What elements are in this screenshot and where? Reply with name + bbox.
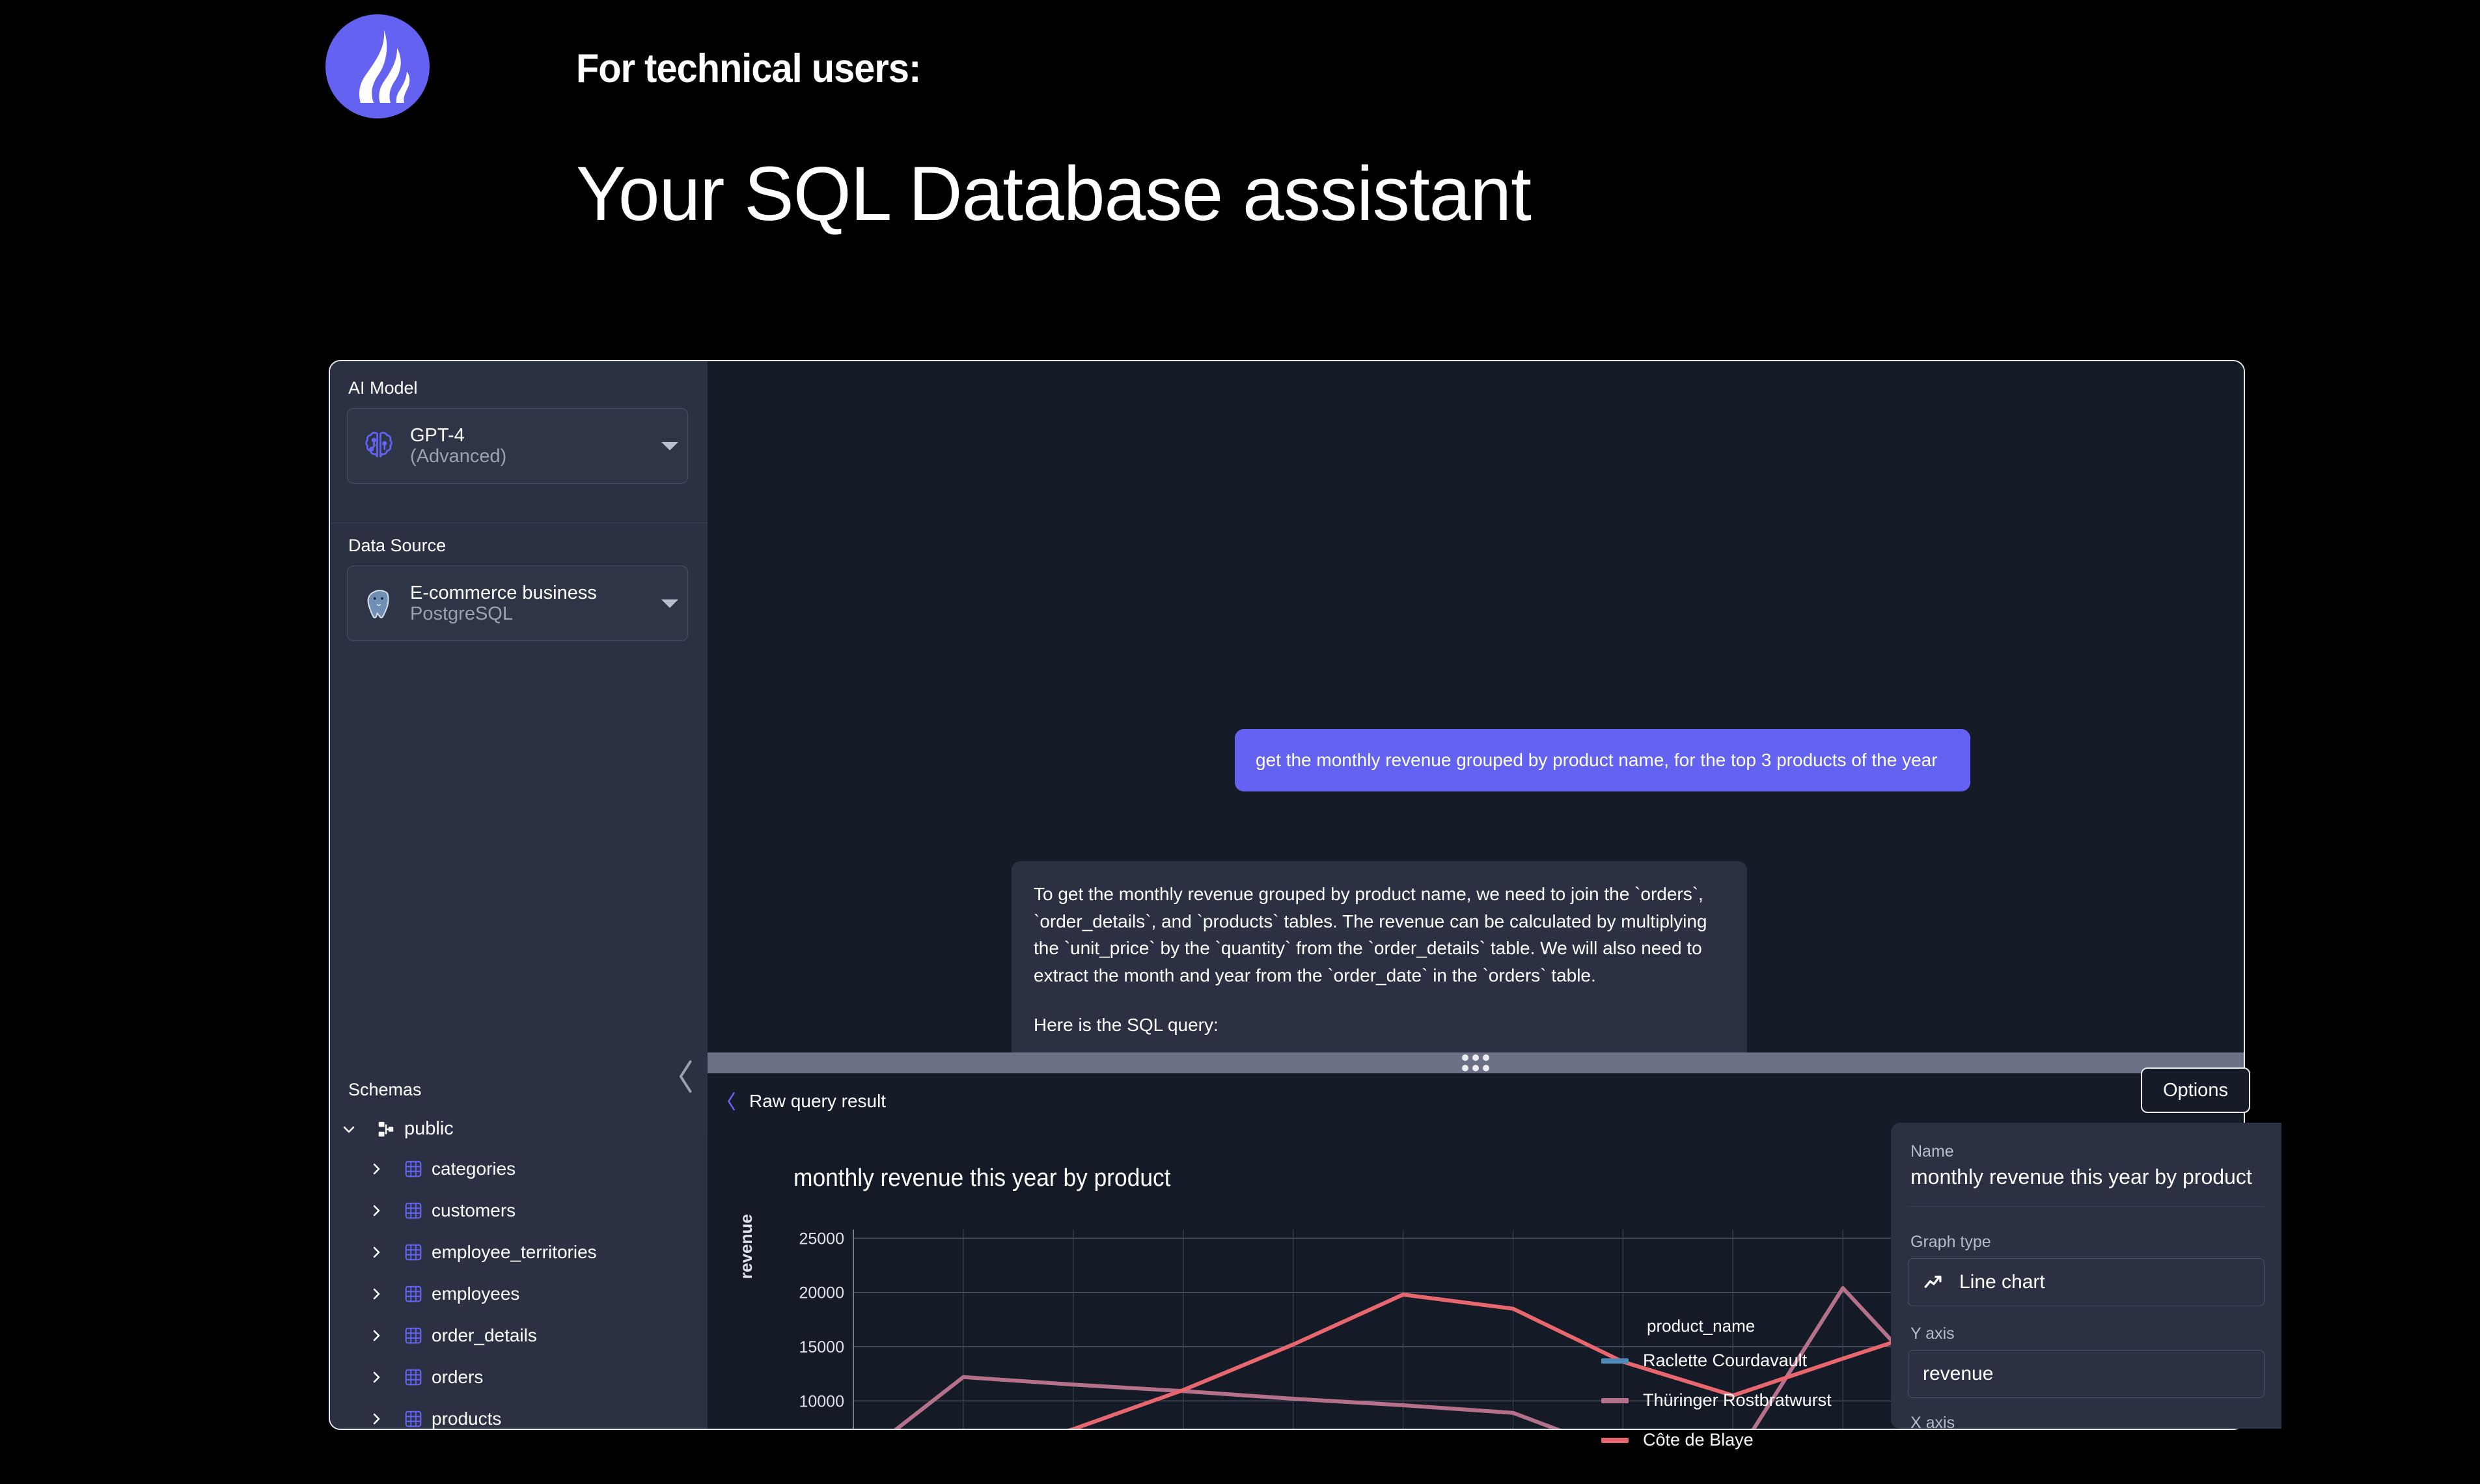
y-axis-label: Y axis [1910,1325,1955,1343]
table-label: categories [432,1158,516,1179]
series-line-Thüringer Rostbratwurst [894,1286,2063,1429]
table-node-order_details[interactable]: order_details [330,1317,708,1353]
raw-query-result-label: Raw query result [749,1091,887,1111]
schema-label: public [404,1118,454,1139]
table-node-categories[interactable]: categories [330,1151,708,1187]
chart-y-axis-label: revenue [736,1214,756,1279]
chart-legend: product_name Raclette Courdavault Thüring… [1601,1316,1832,1470]
raw-query-result-back-button[interactable]: Raw query result [724,1089,886,1114]
table-icon [395,1201,432,1220]
line-chart-plot: 500010000150002000025000 [799,1230,2063,1429]
table-icon [395,1326,432,1345]
ai-model-text: GPT-4 (Advanced) [410,425,652,467]
line-chart-icon [1924,1275,1942,1288]
name-field-label: Name [1910,1142,1954,1161]
table-node-employee_territories[interactable]: employee_territories [330,1234,708,1270]
legend-item[interactable]: Raclette Courdavault [1601,1351,1832,1371]
ai-model-tier: (Advanced) [410,446,507,467]
chevron-down-icon[interactable] [330,1121,368,1137]
sidebar: AI Model GPT-4 (Advanced) Data Source E-… [330,361,708,1429]
table-icon [395,1367,432,1387]
legend-title: product_name [1647,1316,1756,1336]
ai-model-name: GPT-4 [410,424,465,446]
schema-node-public[interactable]: public [330,1111,708,1147]
schema-icon [368,1120,404,1139]
table-icon [395,1409,432,1429]
y-axis-value: revenue [1923,1363,1994,1384]
legend-item[interactable]: Thüringer Rostbratwurst [1601,1390,1832,1410]
ai-model-selector[interactable]: GPT-4 (Advanced) [347,408,688,484]
data-source-engine: PostgreSQL [410,603,513,624]
data-source-selector[interactable]: E-commerce business PostgreSQL [347,566,688,641]
schemas-section-label: Schemas [348,1080,422,1099]
table-label: customers [432,1200,516,1220]
hero-title: Your SQL Database assistant [576,151,1532,237]
chevron-right-icon[interactable] [357,1286,395,1302]
legend-label: Côte de Blaye [1643,1430,1754,1450]
table-node-employees[interactable]: employees [330,1276,708,1312]
chart-title: monthly revenue this year by product [793,1164,1171,1192]
legend-swatch [1601,1437,1629,1443]
chevron-right-icon[interactable] [357,1203,395,1218]
chevron-right-icon[interactable] [357,1161,395,1177]
panel-splitter[interactable] [708,1052,2244,1073]
table-label: employee_territories [432,1241,597,1262]
table-label: order_details [432,1325,537,1345]
ai-model-section-label: AI Model [348,378,418,398]
table-node-products[interactable]: products [330,1401,708,1429]
chevron-down-icon[interactable] [652,599,687,608]
table-icon [395,1284,432,1304]
options-button[interactable]: Options [2141,1067,2250,1113]
user-message-bubble: get the monthly revenue grouped by produ… [1235,729,1970,791]
assistant-paragraph: To get the monthly revenue grouped by pr… [1034,884,1707,986]
table-node-orders[interactable]: orders [330,1359,708,1395]
data-source-section-label: Data Source [348,536,447,555]
assistant-lead-in: Here is the SQL query: [1034,1014,1219,1035]
chevron-right-icon[interactable] [357,1328,395,1343]
y-axis-select[interactable]: revenue [1908,1350,2265,1398]
table-label: employees [432,1283,520,1304]
collapse-sidebar-button[interactable] [673,1056,699,1097]
legend-swatch [1601,1397,1629,1403]
flame-logo-icon [325,14,430,118]
table-icon [395,1243,432,1262]
table-node-customers[interactable]: customers [330,1192,708,1228]
grip-dots-icon[interactable] [1462,1054,1489,1071]
name-field-value[interactable]: monthly revenue this year by product [1891,1161,2281,1189]
chart-options-panel: Name monthly revenue this year by produc… [1891,1123,2281,1429]
table-label: products [432,1408,502,1429]
graph-type-select[interactable]: Line chart [1908,1258,2265,1306]
data-source-text: E-commerce business PostgreSQL [410,583,652,625]
table-icon [395,1159,432,1179]
chevron-down-icon[interactable] [652,441,687,450]
graph-type-label: Graph type [1910,1233,1991,1251]
y-tick-label: 15000 [799,1338,844,1356]
brain-icon [348,426,410,465]
y-tick-label: 25000 [799,1230,844,1248]
chevron-right-icon[interactable] [357,1411,395,1427]
y-tick-label: 10000 [799,1392,844,1410]
postgresql-elephant-icon [348,584,410,623]
chevron-right-icon[interactable] [357,1369,395,1385]
chevron-left-icon [728,1092,735,1111]
legend-rows: Raclette Courdavault Thüringer Rostbratwu… [1601,1351,1832,1450]
hero-kicker: For technical users: [576,46,921,91]
table-label: orders [432,1366,484,1387]
y-tick-label: 20000 [799,1284,844,1302]
legend-label: Raclette Courdavault [1643,1351,1808,1370]
legend-item[interactable]: Côte de Blaye [1601,1430,1832,1450]
legend-label: Thüringer Rostbratwurst [1643,1390,1832,1410]
legend-swatch [1601,1358,1629,1364]
graph-type-value: Line chart [1959,1271,2045,1293]
x-axis-label: X axis [1910,1414,1955,1429]
data-source-name: E-commerce business [410,582,597,603]
chevron-right-icon[interactable] [357,1244,395,1260]
hero-banner: For technical users: Your SQL Database a… [0,0,2480,338]
